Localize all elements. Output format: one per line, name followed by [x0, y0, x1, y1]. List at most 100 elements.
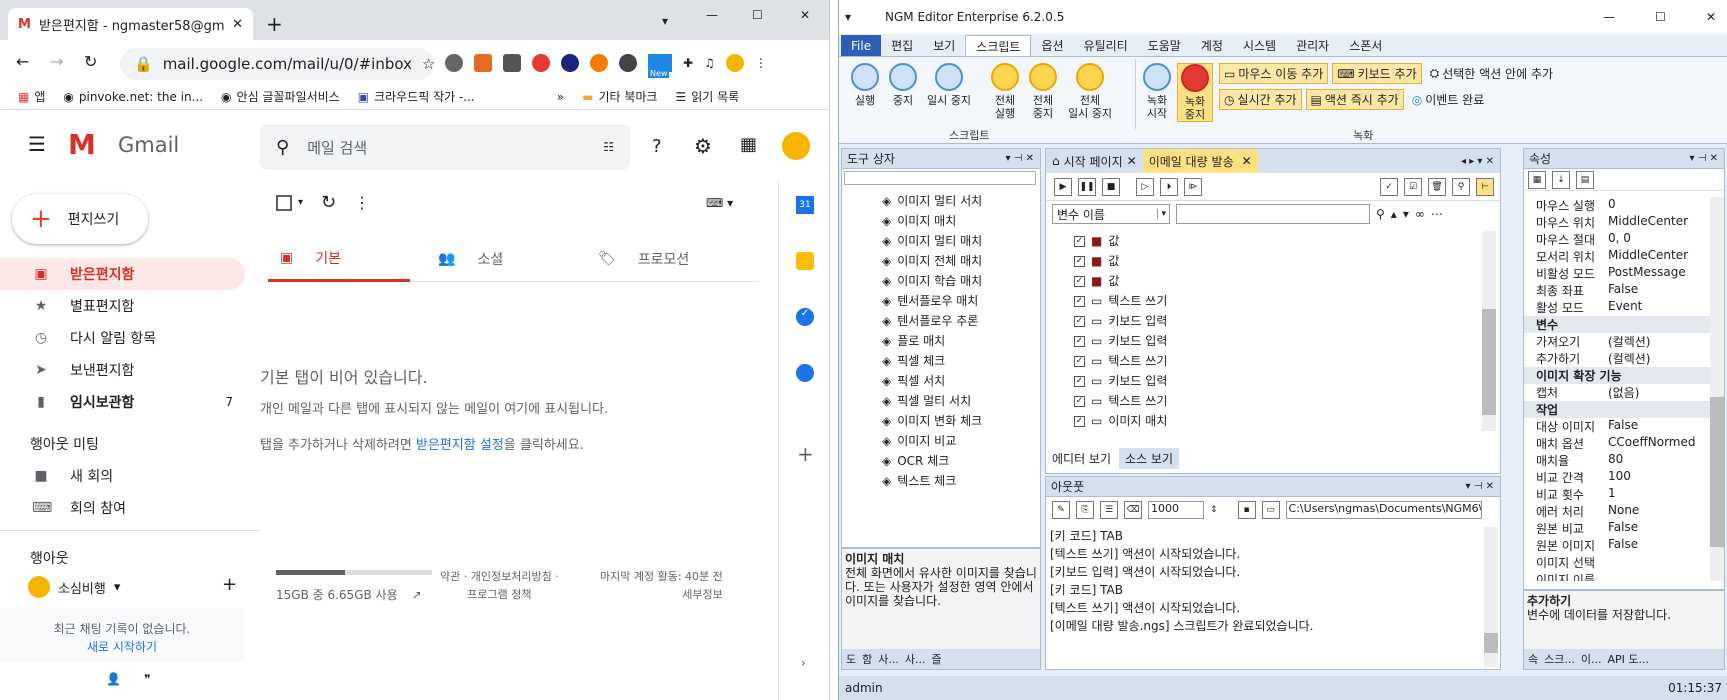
bookmark-folder[interactable]: ▬ 기타 북마크: [582, 88, 657, 105]
ribbon-tab[interactable]: 시스템: [1233, 35, 1286, 57]
toolbox-search-input[interactable]: [844, 171, 1036, 185]
new-tab-icon[interactable]: +: [266, 12, 283, 36]
run-button[interactable]: 실행: [847, 63, 883, 107]
toolbox-item[interactable]: ◈ 픽셀 체크: [882, 351, 1037, 371]
action-checkbox[interactable]: ✓: [1074, 315, 1085, 327]
toolbox-item[interactable]: ◈ 이미지 변화 체크: [882, 411, 1037, 431]
hangouts-user[interactable]: 소심비행 ▾: [28, 576, 120, 598]
stop-button[interactable]: 중지: [885, 63, 921, 107]
toolbox-item[interactable]: ◈ 이미지 전체 매치: [882, 251, 1037, 271]
step-over-icon[interactable]: ⧐: [1184, 177, 1202, 196]
ribbon-tab[interactable]: File: [841, 35, 882, 57]
toolbox-item[interactable]: ◈ 텐서플로우 추론: [882, 311, 1037, 331]
pause-icon[interactable]: ❚❚: [1078, 177, 1096, 196]
property-row[interactable]: 에러 처리 None: [1524, 503, 1710, 520]
ribbon-tab[interactable]: 관리자: [1286, 35, 1339, 57]
scrollbar[interactable]: [1482, 231, 1496, 431]
extension-icon[interactable]: [445, 54, 463, 72]
toolbox-item[interactable]: ◈ 이미지 학습 매치: [882, 271, 1037, 291]
close-tab-icon[interactable]: ✕: [232, 17, 243, 32]
select-all-checkbox[interactable]: [276, 194, 292, 211]
action-row[interactable]: ✓ ■ 값: [1074, 271, 1464, 291]
chat-bubble-icon[interactable]: ❞: [144, 672, 150, 686]
bookmark-item[interactable]: ◉ pinvoke.net: the in...: [63, 90, 203, 104]
list-icon[interactable]: ☰: [1100, 501, 1118, 519]
puzzle-icon[interactable]: ✚: [683, 56, 693, 70]
extension-icon[interactable]: [474, 54, 492, 72]
scrollbar-thumb[interactable]: [1710, 397, 1724, 547]
search-input[interactable]: 메일 검색: [307, 137, 585, 158]
mail-search-bar[interactable]: ⚲ 메일 검색 ☷: [260, 124, 630, 170]
categorized-icon[interactable]: ▦: [1528, 170, 1546, 189]
maximize-icon[interactable]: ☐: [1655, 10, 1666, 24]
action-row[interactable]: ✓ ▭ 텍스트 쓰기: [1074, 391, 1464, 411]
scrollbar-thumb[interactable]: [1482, 309, 1496, 415]
main-menu-icon[interactable]: ☰: [28, 132, 46, 156]
action-row[interactable]: ✓ ▭ 키보드 입력: [1074, 371, 1464, 391]
folder-icon[interactable]: ▭: [1261, 501, 1280, 519]
action-checkbox[interactable]: ✓: [1074, 255, 1085, 267]
action-row[interactable]: ✓ ▭ 텍스트 쓰기: [1074, 351, 1464, 371]
refresh-icon[interactable]: ↻: [321, 192, 336, 213]
tab-primary[interactable]: ▣ 기본: [268, 236, 410, 282]
copy-icon[interactable]: ⎘: [1076, 501, 1094, 519]
footer-links[interactable]: 약관 · 개인정보처리방침 · 프로그램 정책: [440, 568, 559, 604]
property-category[interactable]: 변수: [1524, 316, 1710, 333]
address-bar[interactable]: 🔒 mail.google.com/mail/u/0/#inbox ☆: [120, 48, 435, 80]
close-tab-icon[interactable]: ✕: [1127, 154, 1137, 168]
back-icon[interactable]: ←: [16, 52, 29, 71]
panel-controls-icon[interactable]: ▾ ⊣ ✕: [1466, 481, 1494, 492]
panel-tab[interactable]: 도: [846, 651, 856, 667]
property-row[interactable]: 매치율 80: [1524, 452, 1710, 469]
search-icon[interactable]: ⚲: [276, 137, 289, 158]
add-addon-icon[interactable]: +: [797, 442, 814, 466]
tab-email-bulk[interactable]: 이메일 대량 발송 ✕: [1142, 149, 1258, 173]
property-row[interactable]: 이미지 이름: [1524, 571, 1710, 581]
toolbox-item[interactable]: ◈ OCR 체크: [882, 451, 1037, 471]
instant-add-button[interactable]: ▤ 액션 즉시 추가: [1305, 89, 1404, 110]
close-window-icon[interactable]: ✕: [800, 8, 810, 22]
tab-promotions[interactable]: 🏷 프로모션: [598, 236, 689, 282]
ribbon-tab[interactable]: 편집: [881, 35, 923, 57]
open-external-icon[interactable]: ↗: [412, 588, 422, 602]
variable-input[interactable]: [1176, 204, 1370, 224]
minimize-icon[interactable]: —: [1603, 10, 1615, 24]
property-row[interactable]: 이미지 선택: [1524, 554, 1710, 571]
mouse-add-button[interactable]: ▭ 마우스 이동 추가: [1219, 63, 1329, 84]
record-start-button[interactable]: 녹화 시작: [1139, 63, 1175, 120]
more-vert-icon[interactable]: ⋮: [354, 193, 370, 212]
tasks-icon[interactable]: ✓: [796, 308, 814, 326]
panel-tab[interactable]: 속: [1528, 651, 1538, 667]
variable-select[interactable]: 변수 이름 ▾: [1052, 204, 1170, 224]
action-checkbox[interactable]: ✓: [1074, 355, 1085, 367]
ribbon-tab[interactable]: 스크립트: [965, 35, 1032, 57]
meet-join[interactable]: ⌨ 회의 참여: [0, 492, 245, 524]
ribbon-tab[interactable]: 보기: [923, 35, 965, 57]
toolbox-item[interactable]: ◈ 플로 매치: [882, 331, 1037, 351]
action-checkbox[interactable]: ✓: [1074, 235, 1085, 247]
browser-tab[interactable]: M 받은편지함 - ngmaster58@gma ✕: [8, 8, 253, 40]
profile-avatar[interactable]: [725, 54, 744, 72]
search-options-icon[interactable]: ☷: [603, 140, 614, 154]
keep-icon[interactable]: [796, 252, 814, 270]
property-row[interactable]: 마우스 위치 MiddleCenter: [1524, 214, 1710, 231]
extension-icon[interactable]: [590, 54, 608, 72]
record-stop-button[interactable]: 녹화 중지: [1177, 63, 1213, 122]
tab-search-icon[interactable]: ▾: [662, 14, 668, 28]
close-window-icon[interactable]: ✕: [1706, 10, 1716, 24]
nav-drafts[interactable]: ▮ 임시보관함 7: [0, 386, 245, 418]
action-row[interactable]: ✓ ▭ 키보드 입력: [1074, 331, 1464, 351]
meet-new-meeting[interactable]: ■ 새 회의: [0, 460, 245, 492]
action-row[interactable]: ✓ ▭ 이미지 매치: [1074, 411, 1464, 431]
action-row[interactable]: ✓ ■ 값: [1074, 251, 1464, 271]
extension-icon[interactable]: [619, 54, 637, 72]
calendar-icon[interactable]: 31: [796, 196, 814, 214]
panel-tab[interactable]: 함: [862, 651, 872, 667]
sort-az-icon[interactable]: ↓: [1552, 170, 1570, 189]
close-tab-icon[interactable]: ✕: [1242, 154, 1252, 168]
tab-start-page[interactable]: ⌂ 시작 페이지 ✕: [1046, 153, 1143, 170]
pause-all-button[interactable]: 전체 일시 중지: [1063, 63, 1117, 120]
check-icon[interactable]: ✓: [1380, 177, 1398, 196]
add-chat-icon[interactable]: +: [222, 574, 237, 595]
pause-button[interactable]: 일시 중지: [923, 63, 975, 107]
